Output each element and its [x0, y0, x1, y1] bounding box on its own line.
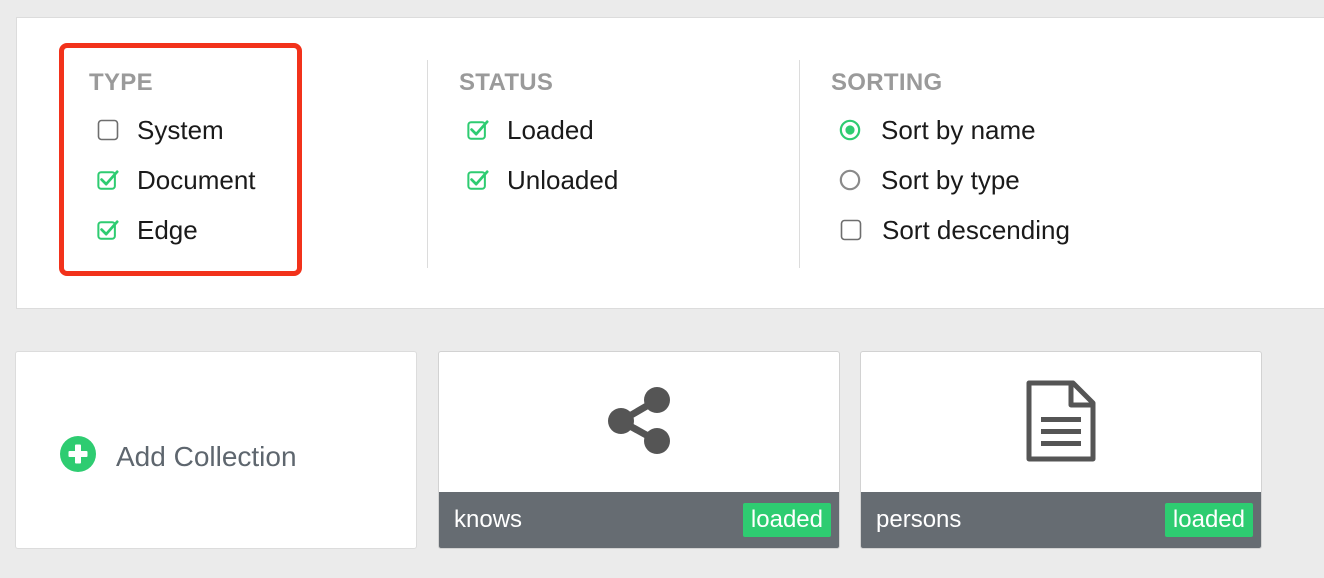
- sort-option-by-type[interactable]: Sort by type: [831, 155, 1070, 205]
- type-filter-group: TYPE System Document Edge: [89, 68, 256, 255]
- add-collection-tile[interactable]: Add Collection: [15, 351, 417, 549]
- collection-footer: knows loaded: [439, 492, 839, 548]
- type-filter-title: TYPE: [89, 69, 153, 96]
- sort-option-label: Sort by name: [881, 114, 1036, 145]
- collection-footer: persons loaded: [861, 492, 1261, 548]
- type-option-system[interactable]: System: [89, 105, 256, 155]
- checked-checkbox-icon[interactable]: [467, 119, 489, 141]
- radio-unselected-icon[interactable]: [839, 169, 861, 191]
- status-option-label: Unloaded: [507, 164, 619, 195]
- status-option-loaded[interactable]: Loaded: [459, 105, 618, 155]
- sort-option-label: Sort descending: [882, 214, 1070, 245]
- type-option-edge[interactable]: Edge: [89, 205, 256, 255]
- status-filter-title: STATUS: [459, 69, 554, 96]
- document-icon: [1025, 379, 1097, 468]
- unchecked-checkbox-icon[interactable]: [840, 219, 862, 241]
- unchecked-checkbox-icon[interactable]: [97, 119, 119, 141]
- status-badge: loaded: [742, 503, 831, 537]
- add-collection-label: Add Collection: [116, 440, 297, 472]
- plus-circle-icon: [60, 436, 96, 477]
- status-option-label: Loaded: [507, 114, 594, 145]
- filter-divider: [427, 60, 428, 268]
- sorting-filter-group: SORTING Sort by name Sort by type Sort d…: [831, 68, 1070, 255]
- sort-option-descending[interactable]: Sort descending: [831, 205, 1070, 255]
- collection-name: knows: [454, 506, 523, 533]
- filter-panel: TYPE System Document Edge STATUS Loaded …: [16, 17, 1324, 309]
- collection-name: persons: [876, 506, 962, 533]
- checked-checkbox-icon[interactable]: [467, 169, 489, 191]
- checked-checkbox-icon[interactable]: [97, 219, 119, 241]
- sorting-filter-title: SORTING: [831, 69, 943, 96]
- type-option-document[interactable]: Document: [89, 155, 256, 205]
- collection-tile-knows[interactable]: knows loaded: [438, 351, 840, 549]
- status-badge: loaded: [1164, 503, 1253, 537]
- sort-option-by-name[interactable]: Sort by name: [831, 105, 1070, 155]
- status-option-unloaded[interactable]: Unloaded: [459, 155, 618, 205]
- radio-selected-icon[interactable]: [839, 119, 861, 141]
- sort-option-label: Sort by type: [881, 164, 1020, 195]
- share-icon: [603, 385, 675, 462]
- collection-tile-persons[interactable]: persons loaded: [860, 351, 1262, 549]
- status-filter-group: STATUS Loaded Unloaded: [459, 68, 618, 205]
- type-option-label: System: [137, 114, 224, 145]
- type-option-label: Edge: [137, 214, 198, 245]
- checked-checkbox-icon[interactable]: [97, 169, 119, 191]
- filter-divider: [799, 60, 800, 268]
- type-option-label: Document: [137, 164, 256, 195]
